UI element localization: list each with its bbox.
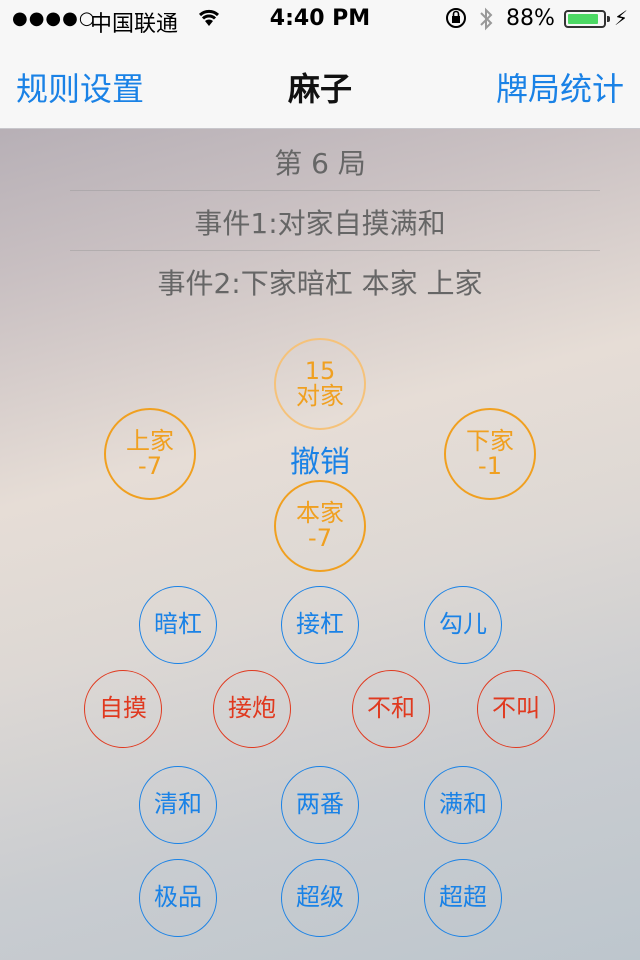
navigation-bar: 规则设置 麻子 牌局统计 [0,40,640,129]
event-1: 事件1:对家自摸满和 [194,207,446,240]
status-bar: ●●●●○ 中国联通 4:40 PM 88% ⚡ [0,0,640,40]
player-label: 下家 [466,426,514,455]
player-label: 本家 [296,498,344,527]
supreme-button[interactable]: 极品 [139,859,217,937]
player-right[interactable]: 下家 -1 [444,408,536,500]
full-hand-button[interactable]: 满和 [424,766,502,844]
battery-icon [564,10,610,28]
concealed-kong-button[interactable]: 暗杠 [139,586,217,664]
player-label: 对家 [296,382,344,410]
super-super-button[interactable]: 超超 [424,859,502,937]
exposed-kong-button[interactable]: 接杠 [281,586,359,664]
super-button[interactable]: 超级 [281,859,359,937]
player-score: -7 [308,524,332,552]
divider [70,250,600,251]
bluetooth-icon [478,6,494,38]
event-2: 事件2:下家暗杠 本家 上家 [157,267,483,300]
game-stats-button[interactable]: 牌局统计 [496,64,624,110]
rotation-lock-icon [444,6,468,36]
player-opposite[interactable]: 15 对家 [274,338,366,430]
pure-hand-button[interactable]: 清和 [139,766,217,844]
win-on-discard-button[interactable]: 接炮 [213,670,291,748]
charging-icon: ⚡ [614,6,629,30]
divider [70,190,600,191]
player-self[interactable]: 本家 -7 [274,480,366,572]
player-score: -1 [478,452,502,480]
player-score: 15 [304,356,336,385]
two-fan-button[interactable]: 两番 [281,766,359,844]
battery-percent: 88% [506,6,555,31]
gouer-button[interactable]: 勾儿 [424,586,502,664]
self-draw-button[interactable]: 自摸 [84,670,162,748]
no-win-button[interactable]: 不和 [352,670,430,748]
undo-button[interactable]: 撤销 [0,437,640,481]
battery-fill [568,14,598,24]
not-ready-button[interactable]: 不叫 [477,670,555,748]
round-title: 第 6 局 [274,147,366,180]
